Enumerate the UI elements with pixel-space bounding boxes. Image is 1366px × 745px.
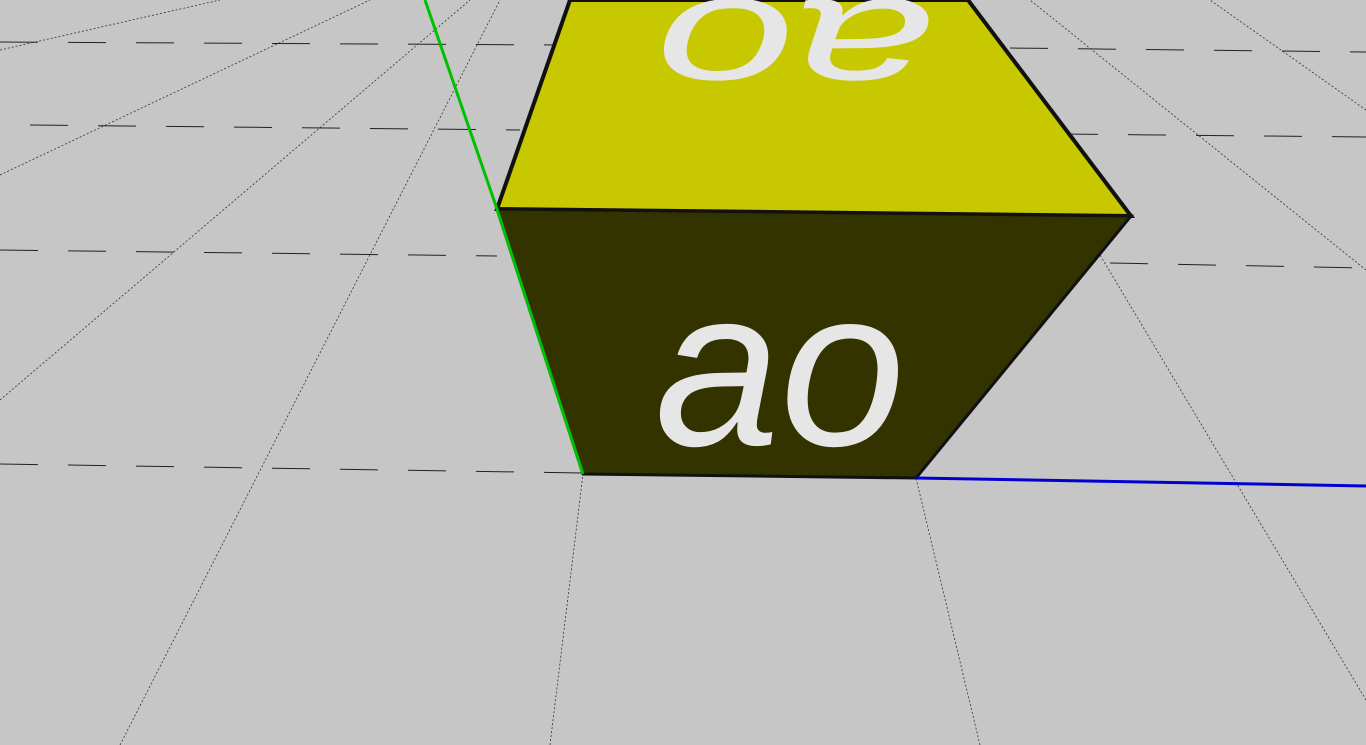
front-face-logo: ao bbox=[655, 241, 905, 493]
3d-viewport[interactable]: ao ao bbox=[0, 0, 1366, 745]
top-face-logo: ao bbox=[656, 0, 934, 136]
